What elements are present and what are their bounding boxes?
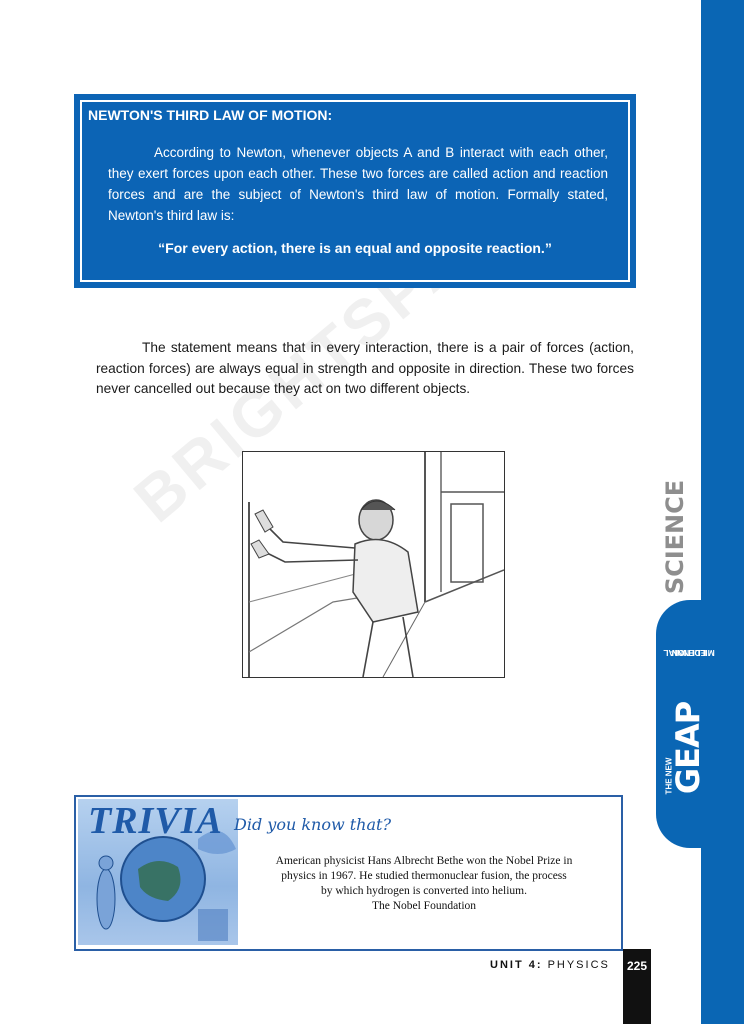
subject-label: SCIENCE [661,479,689,595]
law-title: NEWTON'S THIRD LAW OF MOTION: [88,107,333,123]
page-number-box: 225 [623,949,651,1024]
series-brand: GEAP [669,701,707,795]
pushing-wall-illustration [242,451,505,678]
page-number: 225 [626,959,648,973]
law-box: NEWTON'S THIRD LAW OF MOTION: According … [74,94,636,288]
footer-unit: UNIT 4: PHYSICS [490,959,610,971]
trivia-source: The Nobel Foundation [371,900,477,912]
trivia-line: American physicist Hans Albrecht Bethe w… [275,855,573,867]
trivia-text: American physicist Hans Albrecht Bethe w… [254,854,594,914]
body-paragraph: The statement means that in every intera… [96,340,634,396]
sketch-image [248,452,505,678]
law-body: According to Newton, whenever objects A … [108,145,608,223]
series-edition: MILLENNIAL EDITION [663,648,715,658]
trivia-subheading: Did you know that? [234,815,392,834]
trivia-line: by which hydrogen is converted into heli… [320,885,527,897]
side-band [701,0,744,1024]
trivia-heading: TRIVIA [88,800,223,842]
trivia-box: TRIVIA Did you know that? American physi… [74,795,623,951]
law-quote: “For every action, there is an equal and… [158,240,552,256]
trivia-line: physics in 1967. He studied thermonuclea… [281,870,567,882]
